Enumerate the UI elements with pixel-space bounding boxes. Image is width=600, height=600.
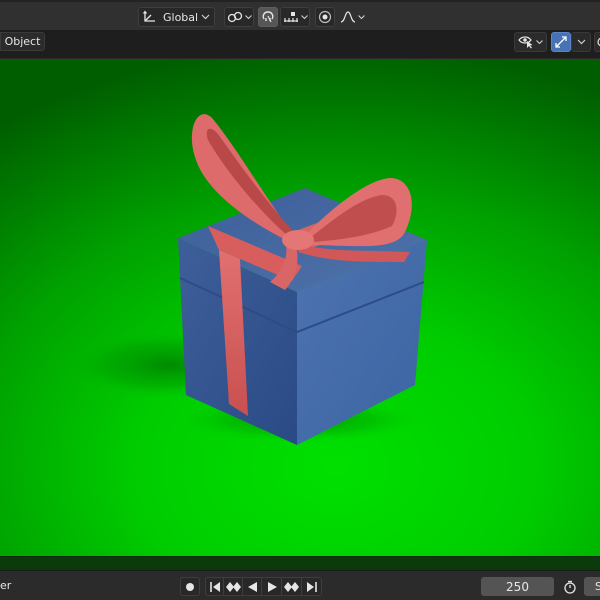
start-frame-field[interactable]: S xyxy=(584,577,600,596)
gizmo-toggle-button[interactable] xyxy=(551,32,571,52)
gizmo-arrows-icon xyxy=(554,35,568,49)
falloff-curve-icon xyxy=(340,10,356,24)
snap-increment-icon xyxy=(283,10,299,24)
viewport-tool-header: Global xyxy=(0,0,600,30)
ribbon-knot xyxy=(282,230,314,250)
play-reverse-icon xyxy=(246,581,258,593)
transform-orientation-label: Global xyxy=(163,10,199,24)
proportional-edit-icon xyxy=(318,10,332,24)
play-button[interactable] xyxy=(261,577,282,596)
snap-toggle-button[interactable] xyxy=(258,7,278,27)
chevron-down-icon xyxy=(244,12,252,22)
playback-timer-button[interactable] xyxy=(560,577,580,596)
object-menu-label: Object xyxy=(4,35,41,48)
chevron-down-icon xyxy=(536,37,543,47)
jump-start-icon xyxy=(209,581,221,593)
eye-cursor-icon xyxy=(518,35,534,49)
jump-to-next-keyframe-button[interactable] xyxy=(281,577,302,596)
gizmo-options-dropdown[interactable] xyxy=(571,32,591,52)
chevron-down-icon xyxy=(357,12,365,22)
proportional-falloff-dropdown[interactable] xyxy=(337,7,367,27)
stopwatch-icon xyxy=(563,580,577,594)
selectability-visibility-dropdown[interactable] xyxy=(514,32,547,52)
play-icon xyxy=(266,581,278,593)
start-frame-label: S xyxy=(595,580,600,593)
magnet-snap-icon xyxy=(261,10,275,24)
viewport-bottom-strip xyxy=(0,556,600,570)
blender-window: Global Object er 250 S xyxy=(0,0,600,600)
object-menu-button[interactable]: Object xyxy=(0,32,45,51)
chevron-down-icon xyxy=(300,12,308,22)
jump-end-icon xyxy=(306,581,318,593)
timeline-menu-label[interactable]: er xyxy=(0,579,11,592)
record-icon xyxy=(184,581,196,593)
transform-orientation-dropdown[interactable]: Global xyxy=(138,7,215,27)
auto-keying-button[interactable] xyxy=(180,577,200,596)
prev-keyframe-icon xyxy=(225,581,241,593)
pivot-links-icon xyxy=(227,10,243,24)
proportional-editing-toggle[interactable] xyxy=(315,7,335,27)
snap-target-dropdown[interactable] xyxy=(280,7,310,27)
next-keyframe-icon xyxy=(283,581,300,593)
jump-to-start-button[interactable] xyxy=(205,577,224,596)
end-frame-value: 250 xyxy=(506,579,529,594)
timeline-header: er 250 S xyxy=(0,570,600,600)
3d-viewport[interactable] xyxy=(0,59,600,556)
jump-to-end-button[interactable] xyxy=(301,577,322,596)
end-frame-field[interactable]: 250 xyxy=(481,577,554,596)
viewport-header: Object xyxy=(0,30,600,59)
chevron-down-icon xyxy=(577,36,586,48)
transform-axes-icon xyxy=(142,10,158,24)
play-reverse-button[interactable] xyxy=(242,577,262,596)
pivot-point-dropdown[interactable] xyxy=(224,7,254,27)
overlays-toggle-button[interactable] xyxy=(594,32,600,52)
chevron-down-icon xyxy=(201,11,210,23)
jump-to-previous-keyframe-button[interactable] xyxy=(223,577,243,596)
gift-box-scene xyxy=(65,114,427,445)
